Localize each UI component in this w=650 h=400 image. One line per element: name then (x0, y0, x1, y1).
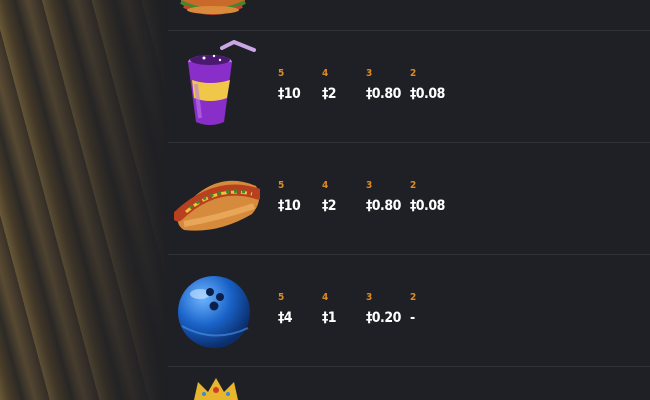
row-divider (168, 142, 650, 143)
payout-cell: 2 ‡0.08 (410, 180, 454, 214)
payout-cell: 4 ‡1 (322, 292, 366, 326)
match-count: 3 (366, 180, 373, 191)
payout-amount: ‡1 (322, 310, 337, 326)
hotdog-icon (174, 180, 260, 231)
payout-cell: 5 ‡10 (278, 68, 322, 102)
payout-amount: ‡0.08 (410, 198, 445, 214)
payout-cell: 5 ‡4 (278, 292, 322, 326)
match-count: 5 (278, 180, 285, 191)
paytable-row: 5 ‡10 4 ‡2 3 ‡0.80 2 ‡0.08 (168, 158, 650, 254)
payout-amount: ‡10 (278, 86, 301, 102)
payout-amount: ‡0.20 (366, 310, 401, 326)
alley-background (0, 0, 170, 400)
payout-cell: 4 ‡2 (322, 180, 366, 214)
payout-cell: 3 ‡0.80 (366, 68, 410, 102)
burger-icon (180, 0, 246, 15)
match-count: 2 (410, 180, 417, 191)
payout-cell: 5 ‡10 (278, 180, 322, 214)
row-divider (168, 366, 650, 367)
match-count: 5 (278, 292, 285, 303)
payout-amount: - (410, 310, 415, 326)
payout-amount: ‡2 (322, 198, 337, 214)
payout-cell: 4 ‡2 (322, 68, 366, 102)
crown-icon (194, 378, 238, 400)
payout-list: 5 ‡10 4 ‡2 3 ‡0.80 2 ‡0.08 (278, 68, 528, 128)
payout-amount: ‡4 (278, 310, 293, 326)
paytable-row: 5 ‡4 4 ‡1 3 ‡0.20 2 - (168, 270, 650, 360)
row-divider (168, 254, 650, 255)
soda-cup-icon (188, 40, 256, 125)
payout-amount: ‡0.80 (366, 198, 401, 214)
payout-cell: 2 - (410, 292, 454, 326)
paytable-row: 5 ‡10 4 ‡2 3 ‡0.80 2 ‡0.08 (168, 40, 650, 140)
payout-amount: ‡0.08 (410, 86, 445, 102)
payout-amount: ‡0.80 (366, 86, 401, 102)
bowling-ball-icon (178, 276, 250, 348)
match-count: 2 (410, 68, 417, 79)
match-count: 2 (410, 292, 417, 303)
payout-cell: 3 ‡0.20 (366, 292, 410, 326)
payout-list: 5 ‡10 4 ‡2 3 ‡0.80 2 ‡0.08 (278, 180, 528, 240)
payout-amount: ‡10 (278, 198, 301, 214)
row-divider (168, 30, 650, 31)
match-count: 5 (278, 68, 285, 79)
match-count: 3 (366, 292, 373, 303)
payout-list: 5 ‡4 4 ‡1 3 ‡0.20 2 - (278, 292, 528, 352)
match-count: 4 (322, 68, 329, 79)
payout-amount: ‡2 (322, 86, 337, 102)
match-count: 4 (322, 292, 329, 303)
payout-cell: 2 ‡0.08 (410, 68, 454, 102)
match-count: 3 (366, 68, 373, 79)
payout-cell: 3 ‡0.80 (366, 180, 410, 214)
match-count: 4 (322, 180, 329, 191)
